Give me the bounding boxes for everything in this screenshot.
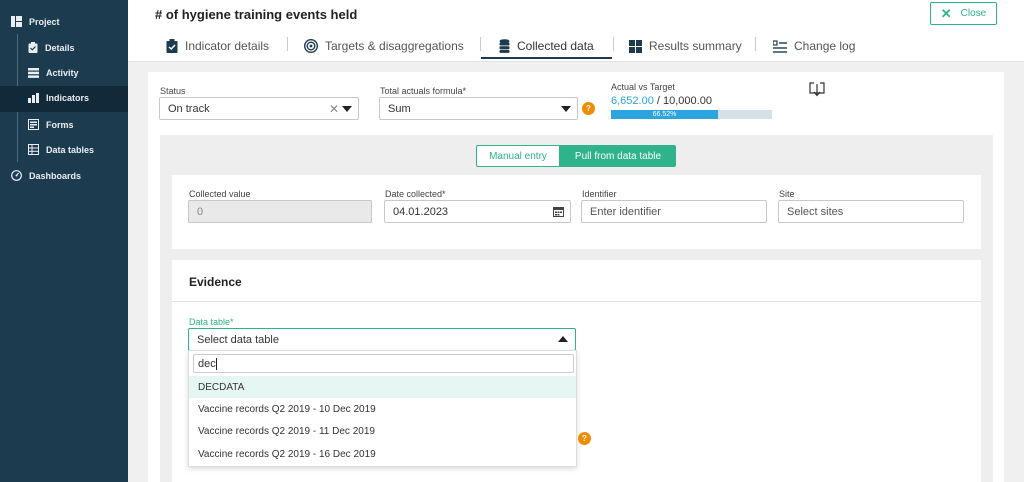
- identifier-label: Identifier: [582, 189, 617, 199]
- close-label: Close: [960, 8, 987, 19]
- help-icon[interactable]: ?: [578, 432, 591, 445]
- chevron-down-icon: [342, 106, 352, 112]
- change-log-icon: [773, 39, 787, 53]
- dropdown-option[interactable]: DECDATA: [189, 376, 576, 398]
- formula-label: Total actuals formula*: [380, 86, 467, 96]
- sidebar-item-activity[interactable]: Activity: [28, 68, 79, 78]
- collected-value-label: Collected value: [189, 189, 251, 199]
- site-placeholder: Select sites: [787, 205, 844, 218]
- formula-value: Sum: [388, 102, 411, 115]
- tab-separator: [480, 37, 481, 51]
- close-button[interactable]: ✕ Close: [930, 2, 997, 25]
- data-table-label: Data table*: [189, 317, 234, 327]
- grid-icon: [629, 39, 642, 53]
- tab-change-log[interactable]: Change log: [773, 34, 855, 58]
- sidebar-item-dashboards[interactable]: Dashboards: [11, 170, 81, 181]
- chevron-up-icon: [558, 336, 568, 342]
- close-icon: ✕: [940, 5, 952, 21]
- data-table-select[interactable]: Select data table: [188, 328, 576, 351]
- activity-icon: [28, 68, 39, 78]
- site-select[interactable]: Select sites: [778, 200, 964, 223]
- chevron-down-icon: [561, 106, 571, 112]
- tab-label: Results summary: [649, 39, 742, 53]
- sidebar-item-label: Forms: [46, 119, 74, 130]
- formula-select[interactable]: Sum: [379, 97, 578, 120]
- date-collected-field[interactable]: 04.01.2023: [384, 200, 571, 223]
- page-title: # of hygiene training events held: [155, 7, 358, 22]
- manual-entry-button[interactable]: Manual entry: [476, 145, 560, 167]
- target-icon: [304, 39, 318, 53]
- date-collected-label: Date collected*: [385, 189, 446, 199]
- divider: [172, 301, 981, 302]
- evidence-title: Evidence: [189, 275, 242, 289]
- header: # of hygiene training events held ✕ Clos…: [128, 0, 1024, 62]
- sidebar-item-label: Activity: [46, 68, 79, 78]
- dashboard-icon: [11, 170, 22, 181]
- bar-chart-icon: [28, 93, 39, 103]
- status-select[interactable]: On track ✕: [159, 97, 359, 120]
- tab-separator: [287, 37, 288, 51]
- dropdown-option[interactable]: Vaccine records Q2 2019 - 10 Dec 2019: [189, 398, 576, 420]
- status-label: Status: [160, 86, 186, 96]
- site-label: Site: [779, 189, 795, 199]
- text-cursor: [215, 357, 217, 370]
- data-table-placeholder: Select data table: [197, 333, 279, 346]
- identifier-placeholder: Enter identifier: [590, 205, 661, 218]
- sidebar-item-project[interactable]: Project: [11, 16, 60, 27]
- calendar-icon[interactable]: [553, 206, 564, 217]
- date-collected-value: 04.01.2023: [393, 205, 449, 218]
- actual-value: 6,652.00: [611, 95, 654, 107]
- dropdown-search-input[interactable]: dec: [193, 354, 574, 373]
- tab-targets[interactable]: Targets & disaggregations: [304, 34, 464, 58]
- sidebar-item-label: Details: [45, 42, 75, 53]
- sidebar-item-label: Dashboards: [29, 170, 82, 181]
- table-icon: [28, 144, 39, 155]
- identifier-input[interactable]: Enter identifier: [581, 200, 767, 223]
- progress-label: Actual vs Target: [611, 82, 675, 92]
- progress-bar: 66.52%: [611, 110, 772, 119]
- sidebar-item-forms[interactable]: Forms: [28, 119, 74, 130]
- sidebar-item-label: Project: [29, 16, 60, 27]
- sidebar-item-details[interactable]: Details: [28, 42, 75, 53]
- tab-label: Collected data: [517, 39, 594, 53]
- active-tab-indicator: [481, 57, 612, 59]
- status-value: On track: [168, 102, 210, 115]
- project-icon: [11, 16, 22, 27]
- database-icon: [499, 39, 510, 53]
- target-value: 10,000.00: [663, 95, 712, 107]
- collected-value-field: 0: [188, 200, 372, 223]
- tab-results-summary[interactable]: Results summary: [629, 34, 742, 58]
- tab-label: Indicator details: [185, 39, 270, 53]
- clipboard-icon: [28, 42, 38, 53]
- tab-separator: [755, 37, 756, 51]
- data-table-dropdown: dec DECDATA Vaccine records Q2 2019 - 10…: [188, 350, 577, 467]
- tab-separator: [613, 37, 614, 51]
- dropdown-option[interactable]: Vaccine records Q2 2019 - 11 Dec 2019: [189, 420, 576, 442]
- clear-icon[interactable]: ✕: [329, 102, 339, 116]
- tab-label: Change log: [794, 39, 856, 53]
- help-icon[interactable]: ?: [582, 102, 595, 115]
- progress-separator: /: [656, 95, 660, 107]
- sidebar-item-label: Data tables: [46, 144, 95, 155]
- tab-label: Targets & disaggregations: [325, 39, 464, 53]
- form-icon: [28, 119, 39, 130]
- collected-value: 0: [197, 205, 204, 218]
- sidebar: Project Details Activity Indicators Form…: [0, 0, 128, 482]
- dropdown-option[interactable]: Vaccine records Q2 2019 - 16 Dec 2019: [189, 443, 576, 465]
- sidebar-item-label: Indicators: [46, 93, 90, 103]
- pull-from-data-table-button[interactable]: Pull from data table: [560, 145, 676, 167]
- progress-values: 6,652.00 / 10,000.00: [611, 95, 712, 107]
- clipboard-icon: [166, 39, 178, 53]
- download-icon[interactable]: [809, 82, 825, 100]
- sidebar-item-data-tables[interactable]: Data tables: [28, 144, 94, 155]
- search-value: dec: [198, 357, 216, 370]
- progress-percent: 66.52%: [652, 111, 677, 118]
- tab-collected-data[interactable]: Collected data: [499, 34, 594, 58]
- tab-indicator-details[interactable]: Indicator details: [166, 34, 269, 58]
- sidebar-item-indicators[interactable]: Indicators: [28, 93, 89, 103]
